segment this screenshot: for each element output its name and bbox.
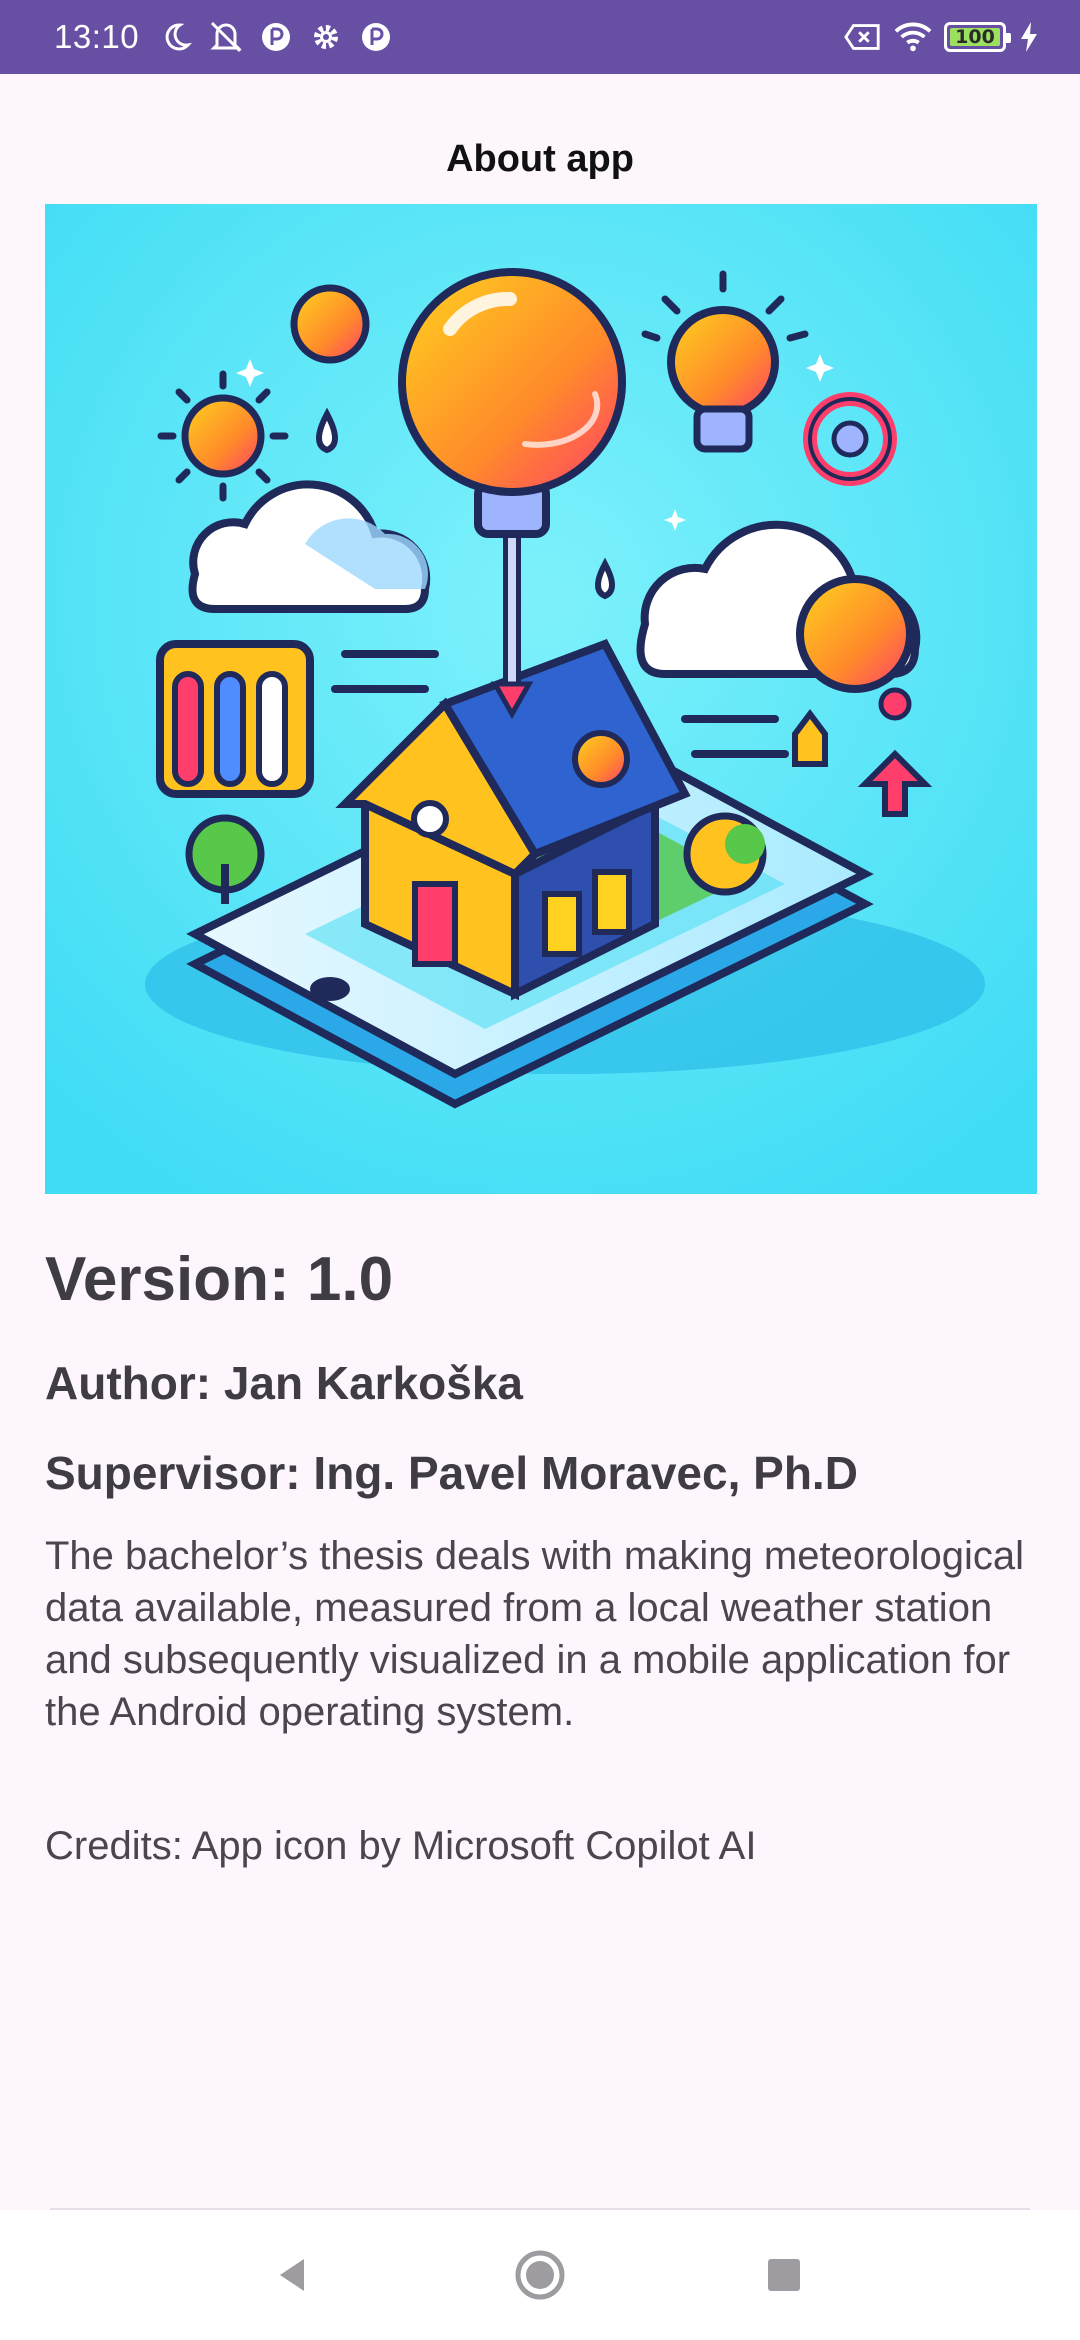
charging-bolt-icon xyxy=(1018,18,1040,56)
credits-label: Credits: App icon by Microsoft Copilot A… xyxy=(45,1824,757,1868)
app-notification-icon xyxy=(357,18,395,56)
moon-icon xyxy=(157,18,195,56)
page-title: About app xyxy=(446,138,634,180)
no-sim-icon xyxy=(844,18,882,56)
back-icon xyxy=(280,2259,304,2291)
recents-icon xyxy=(768,2259,800,2291)
battery-level: 100 xyxy=(955,26,995,48)
app-description: The bachelor’s thesis deals with making … xyxy=(45,1534,1025,1734)
battery-icon: 100 xyxy=(944,22,1011,52)
recents-button[interactable] xyxy=(724,2210,844,2340)
author-label: Author: Jan Karkoška xyxy=(45,1357,524,1409)
muted-vibrate-icon xyxy=(207,18,245,56)
home-icon xyxy=(515,2250,565,2300)
app-notification-icon xyxy=(257,18,295,56)
status-bar: 13:10 100 xyxy=(0,0,1080,74)
app-icon-illustration xyxy=(45,204,1037,1194)
home-button[interactable] xyxy=(480,2210,600,2340)
status-time: 13:10 xyxy=(54,18,140,55)
app-icon-image xyxy=(45,204,1037,1194)
wifi-icon xyxy=(894,18,932,56)
settings-icon xyxy=(307,18,345,56)
system-navigation-bar xyxy=(0,2210,1080,2340)
status-left: 13:10 xyxy=(54,18,395,56)
back-button[interactable] xyxy=(232,2210,352,2340)
status-right: 100 xyxy=(844,18,1040,56)
version-label: Version: 1.0 xyxy=(45,1245,394,1314)
supervisor-label: Supervisor: Ing. Pavel Moravec, Ph.D xyxy=(45,1447,858,1499)
